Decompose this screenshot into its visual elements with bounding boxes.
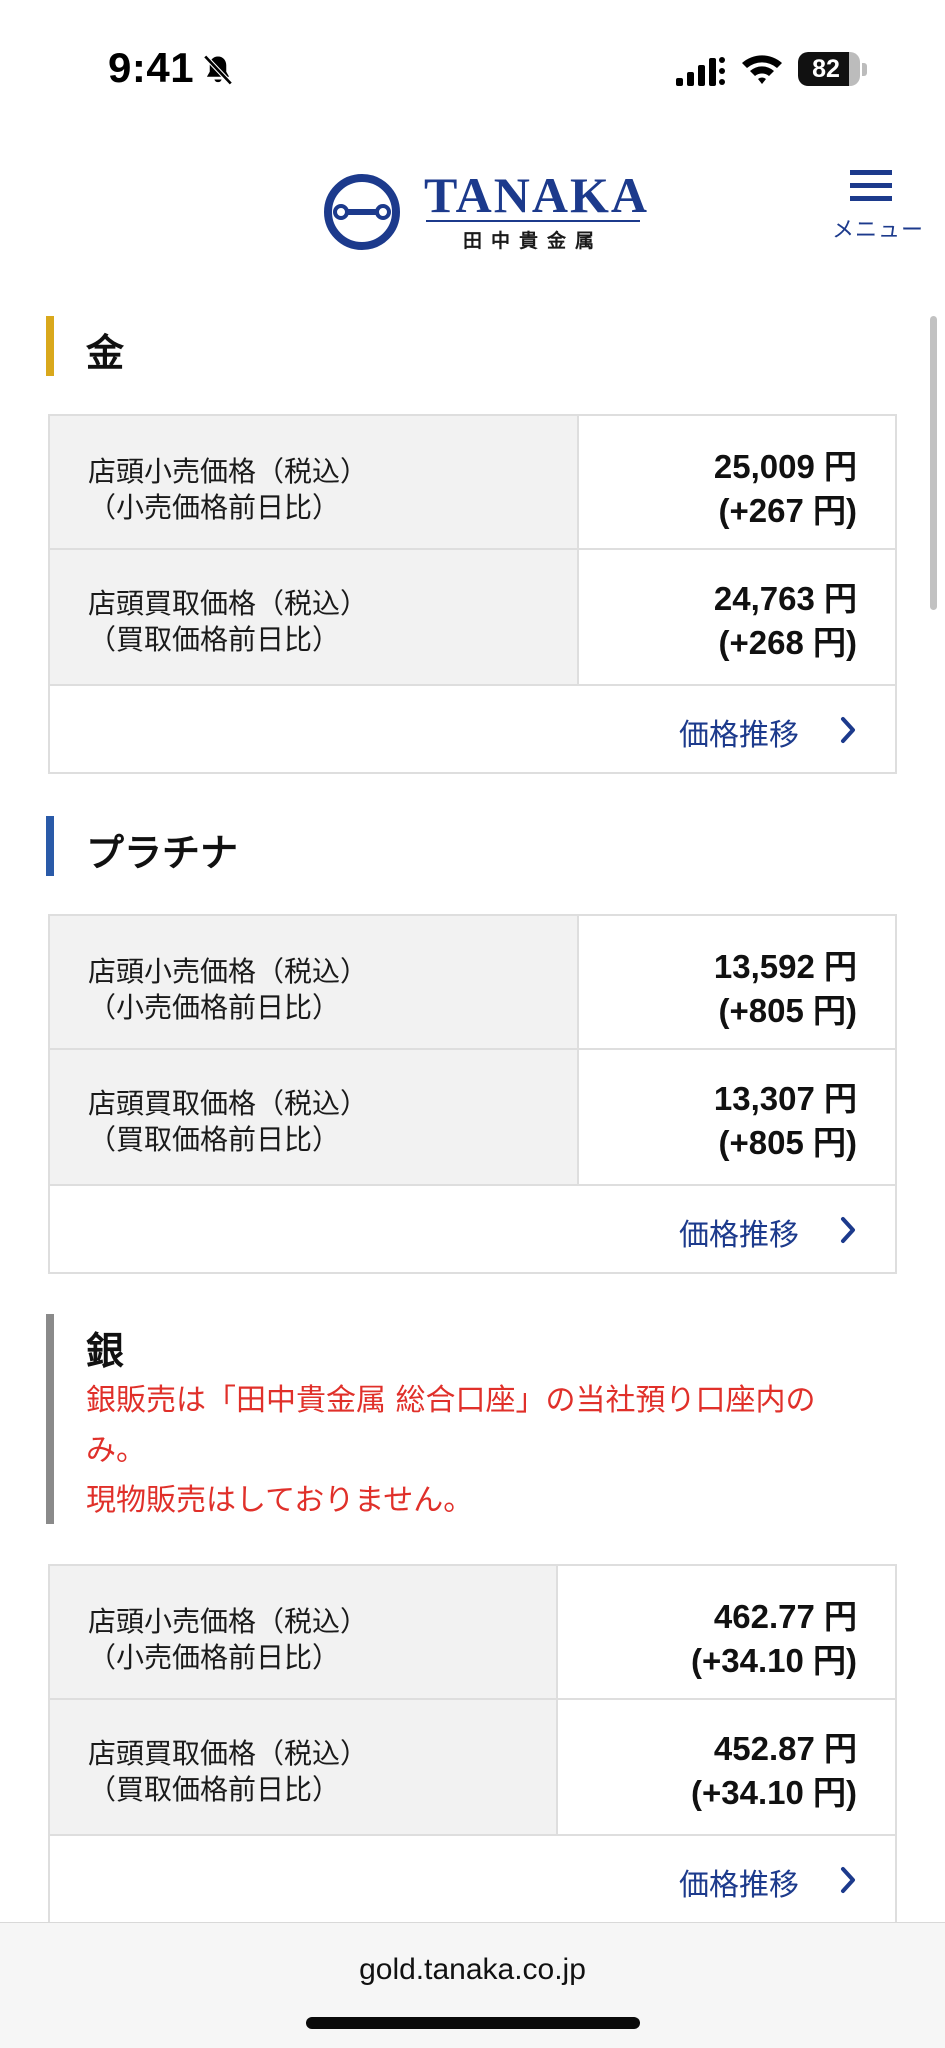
price-value-cell: 13,592 円 (+805 円) bbox=[579, 914, 897, 1050]
price-value-cell: 24,763 円 (+268 円) bbox=[579, 550, 897, 686]
cellular-signal-icon bbox=[676, 57, 725, 86]
tanaka-logo-mark[interactable] bbox=[322, 172, 402, 252]
section-accent-bar bbox=[46, 816, 54, 876]
section-accent-bar bbox=[46, 316, 54, 376]
price-value-cell: 452.87 円 (+34.10 円) bbox=[558, 1700, 897, 1836]
price-label: 店頭買取価格（税込） bbox=[88, 1087, 369, 1120]
price-label-cell: 店頭買取価格（税込） （買取価格前日比） bbox=[48, 1700, 558, 1836]
price-label-sub: （小売価格前日比） bbox=[88, 991, 341, 1024]
chevron-right-icon bbox=[841, 1867, 855, 1893]
price-label: 店頭買取価格（税込） bbox=[88, 587, 369, 620]
menu-button[interactable]: メニュー bbox=[820, 160, 936, 244]
silver-notice-line: 銀販売は「田中貴金属 総合口座」の当社預り口座内の bbox=[86, 1383, 816, 1418]
price-change: (+268 円) bbox=[718, 624, 857, 661]
price-trend-link[interactable]: 価格推移 bbox=[48, 1186, 897, 1274]
price-change: (+34.10 円) bbox=[691, 1642, 857, 1679]
status-time: 9:41 bbox=[108, 44, 195, 91]
table-row: 店頭小売価格（税込） （小売価格前日比） 13,592 円 (+805 円) bbox=[48, 914, 897, 1050]
silver-notice-line: 現物販売はしておりません。 bbox=[86, 1483, 474, 1518]
price-label-sub: （買取価格前日比） bbox=[88, 1773, 341, 1806]
price-value-cell: 462.77 円 (+34.10 円) bbox=[558, 1564, 897, 1700]
price-trend-label: 価格推移 bbox=[679, 718, 799, 753]
hamburger-icon bbox=[850, 170, 892, 201]
section-accent-bar bbox=[46, 1314, 54, 1524]
bell-slash-icon bbox=[203, 54, 233, 86]
table-row: 店頭小売価格（税込） （小売価格前日比） 462.77 円 (+34.10 円) bbox=[48, 1564, 897, 1700]
price-label-cell: 店頭小売価格（税込） （小売価格前日比） bbox=[48, 914, 579, 1050]
battery-cap bbox=[862, 63, 867, 76]
price-label-sub: （買取価格前日比） bbox=[88, 623, 341, 656]
price-label: 店頭小売価格（税込） bbox=[88, 1605, 369, 1638]
price-change: (+34.10 円) bbox=[691, 1774, 857, 1811]
price-value: 462.77 円 bbox=[713, 1598, 857, 1635]
price-value: 25,009 円 bbox=[713, 448, 857, 485]
price-change: (+267 円) bbox=[718, 492, 857, 529]
status-bar: 9:41 82 bbox=[0, 0, 945, 140]
table-row: 店頭買取価格（税込） （買取価格前日比） 452.87 円 (+34.10 円) bbox=[48, 1700, 897, 1836]
price-value: 24,763 円 bbox=[713, 580, 857, 617]
table-row: 店頭買取価格（税込） （買取価格前日比） 24,763 円 (+268 円) bbox=[48, 550, 897, 686]
price-value: 452.87 円 bbox=[713, 1730, 857, 1767]
home-indicator[interactable] bbox=[306, 2017, 640, 2029]
logo-wordmark[interactable]: TANAKA bbox=[424, 166, 649, 224]
price-label-cell: 店頭買取価格（税込） （買取価格前日比） bbox=[48, 1050, 579, 1186]
price-label: 店頭小売価格（税込） bbox=[88, 955, 369, 988]
price-label-cell: 店頭小売価格（税込） （小売価格前日比） bbox=[48, 1564, 558, 1700]
silver-notice-line: み。 bbox=[86, 1433, 146, 1468]
price-label: 店頭買取価格（税込） bbox=[88, 1737, 369, 1770]
section-title: 金 bbox=[86, 331, 125, 375]
price-trend-link[interactable]: 価格推移 bbox=[48, 686, 897, 774]
price-trend-label: 価格推移 bbox=[679, 1868, 799, 1903]
table-row: 店頭小売価格（税込） （小売価格前日比） 25,009 円 (+267 円) bbox=[48, 414, 897, 550]
price-label-sub: （買取価格前日比） bbox=[88, 1123, 341, 1156]
url-text[interactable]: gold.tanaka.co.jp bbox=[0, 1953, 945, 1987]
section-title: プラチナ bbox=[86, 831, 239, 875]
price-value-cell: 25,009 円 (+267 円) bbox=[579, 414, 897, 550]
price-value-cell: 13,307 円 (+805 円) bbox=[579, 1050, 897, 1186]
price-label-sub: （小売価格前日比） bbox=[88, 491, 341, 524]
price-value: 13,307 円 bbox=[713, 1080, 857, 1117]
menu-label: メニュー bbox=[831, 218, 924, 243]
battery-percent: 82 bbox=[812, 55, 840, 83]
price-trend-label: 価格推移 bbox=[679, 1218, 799, 1253]
screen: 9:41 82 TANAKA 田中貴金属 メニュー 金 店頭小売価格（税込） （… bbox=[0, 0, 945, 2048]
price-trend-link[interactable]: 価格推移 bbox=[48, 1836, 897, 1924]
browser-address-bar[interactable]: gold.tanaka.co.jp bbox=[0, 1922, 945, 2048]
section-title: 銀 bbox=[86, 1329, 125, 1373]
logo-underline bbox=[426, 220, 640, 222]
price-value: 13,592 円 bbox=[713, 948, 857, 985]
battery-indicator: 82 bbox=[798, 52, 860, 86]
table-row: 店頭買取価格（税込） （買取価格前日比） 13,307 円 (+805 円) bbox=[48, 1050, 897, 1186]
price-change: (+805 円) bbox=[718, 1124, 857, 1161]
logo-subtitle: 田中貴金属 bbox=[462, 230, 603, 252]
price-label-cell: 店頭買取価格（税込） （買取価格前日比） bbox=[48, 550, 579, 686]
price-label-cell: 店頭小売価格（税込） （小売価格前日比） bbox=[48, 414, 579, 550]
chevron-right-icon bbox=[841, 717, 855, 743]
price-label: 店頭小売価格（税込） bbox=[88, 455, 369, 488]
price-change: (+805 円) bbox=[718, 992, 857, 1029]
price-label-sub: （小売価格前日比） bbox=[88, 1641, 341, 1674]
scrollbar-thumb[interactable] bbox=[930, 316, 937, 610]
wifi-icon bbox=[742, 55, 782, 84]
chevron-right-icon bbox=[841, 1217, 855, 1243]
